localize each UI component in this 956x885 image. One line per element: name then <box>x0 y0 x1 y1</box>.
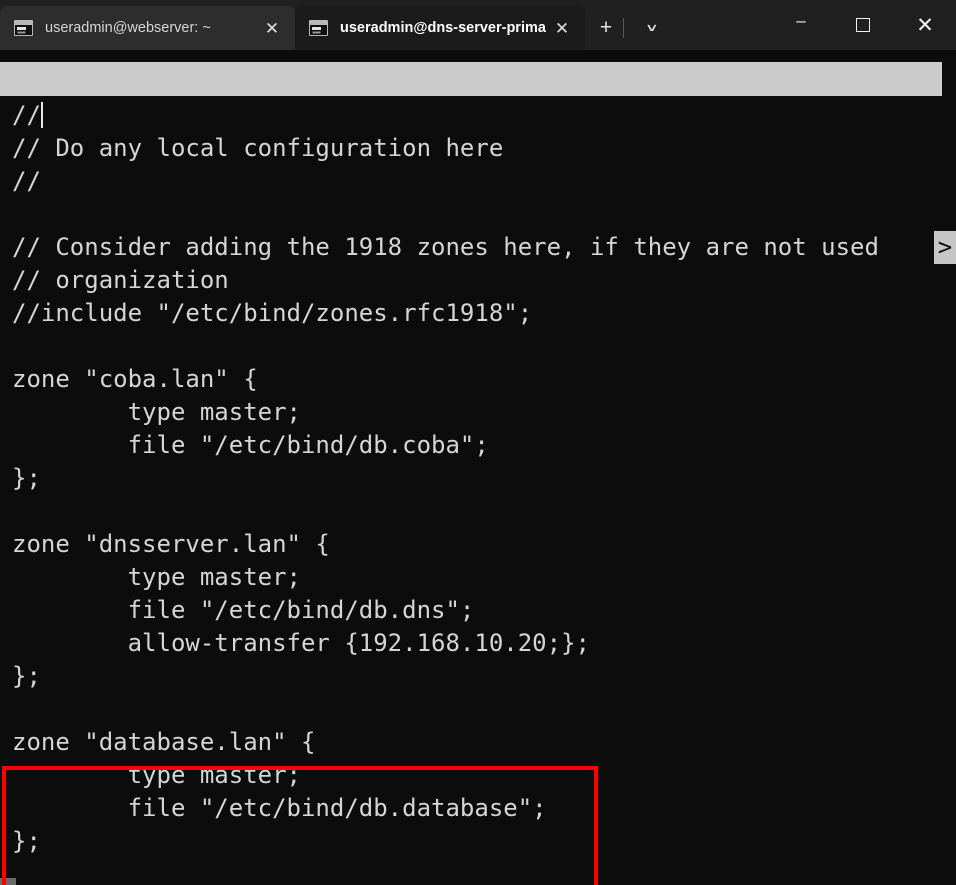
nano-title-bar: GNU nano 5.4 named.conf.local <box>0 62 942 96</box>
editor-line: // organization <box>0 264 956 297</box>
editor-line-text: // Do any local configuration here <box>12 134 504 162</box>
chevron-down-icon: ∨ <box>645 21 659 34</box>
editor-line: // Consider adding the 1918 zones here, … <box>0 231 956 264</box>
editor-line: file "/etc/bind/db.coba"; <box>0 429 956 462</box>
editor-line: zone "database.lan" { <box>0 726 956 759</box>
editor-line-text: }; <box>12 827 41 855</box>
editor-line-text: file "/etc/bind/db.database"; <box>12 794 547 822</box>
nano-editor-area[interactable]: // // Do any local configuration here // //… <box>0 99 956 858</box>
tab-dropdown-button[interactable]: ∨ <box>623 6 669 50</box>
editor-line: // <box>0 165 956 198</box>
editor-line: zone "dnsserver.lan" { <box>0 528 956 561</box>
editor-line-text: allow-transfer {192.168.10.20;}; <box>12 629 590 657</box>
editor-line: zone "coba.lan" { <box>0 363 956 396</box>
editor-line-text: // Consider adding the 1918 zones here, … <box>12 233 879 261</box>
editor-line-text: type master; <box>12 563 301 591</box>
editor-line-text: }; <box>12 662 41 690</box>
editor-line: // Do any local configuration here <box>0 132 956 165</box>
editor-line: file "/etc/bind/db.dns"; <box>0 594 956 627</box>
terminal-pane[interactable]: GNU nano 5.4 named.conf.local // // Do an… <box>0 50 956 885</box>
editor-line: file "/etc/bind/db.database"; <box>0 792 956 825</box>
editor-line-text: type master; <box>12 761 301 789</box>
editor-line-text: file "/etc/bind/db.coba"; <box>12 431 489 459</box>
editor-line-text: // <box>12 167 41 195</box>
editor-line: }; <box>0 825 956 858</box>
editor-line: type master; <box>0 396 956 429</box>
minimize-button[interactable]: – <box>770 0 832 50</box>
editor-line-text: }; <box>12 464 41 492</box>
window-controls: – ✕ <box>770 0 956 50</box>
terminal-bottom-strip <box>0 878 956 885</box>
maximize-button[interactable] <box>832 0 894 50</box>
new-tab-button[interactable]: + <box>589 6 623 50</box>
editor-line-text: // organization <box>12 266 229 294</box>
tab-strip: useradmin@webserver: ~ ✕ useradmin@dns-s… <box>0 0 669 50</box>
editor-line-text: file "/etc/bind/db.dns"; <box>12 596 475 624</box>
tab-webserver[interactable]: useradmin@webserver: ~ ✕ <box>0 6 295 50</box>
editor-line-text: //include "/etc/bind/zones.rfc1918"; <box>12 299 533 327</box>
editor-line-text: // <box>12 101 41 129</box>
window-title-bar: useradmin@webserver: ~ ✕ useradmin@dns-s… <box>0 0 956 50</box>
editor-line-text: zone "database.lan" { <box>12 728 316 756</box>
close-icon[interactable]: ✕ <box>259 15 285 41</box>
editor-line: //include "/etc/bind/zones.rfc1918"; <box>0 297 956 330</box>
terminal-icon <box>14 20 33 36</box>
editor-line-text: zone "coba.lan" { <box>12 365 258 393</box>
editor-line: }; <box>0 660 956 693</box>
maximize-icon <box>856 18 870 32</box>
editor-line: type master; <box>0 561 956 594</box>
terminal-icon <box>309 20 328 36</box>
tab-title: useradmin@webserver: ~ <box>45 20 211 36</box>
editor-line: }; <box>0 462 956 495</box>
text-cursor <box>40 102 43 128</box>
line-continuation-marker: > <box>934 231 956 264</box>
scrollbar-nub <box>0 878 16 885</box>
editor-line: // <box>0 99 956 132</box>
editor-line-text: zone "dnsserver.lan" { <box>12 530 330 558</box>
editor-line: type master; <box>0 759 956 792</box>
close-icon[interactable]: ✕ <box>549 15 575 41</box>
editor-line-text: type master; <box>12 398 301 426</box>
tab-title: useradmin@dns-server-prima <box>340 20 546 36</box>
tab-dns-server-primary[interactable]: useradmin@dns-server-prima ✕ <box>295 6 585 50</box>
editor-line: allow-transfer {192.168.10.20;}; <box>0 627 956 660</box>
close-window-button[interactable]: ✕ <box>894 0 956 50</box>
